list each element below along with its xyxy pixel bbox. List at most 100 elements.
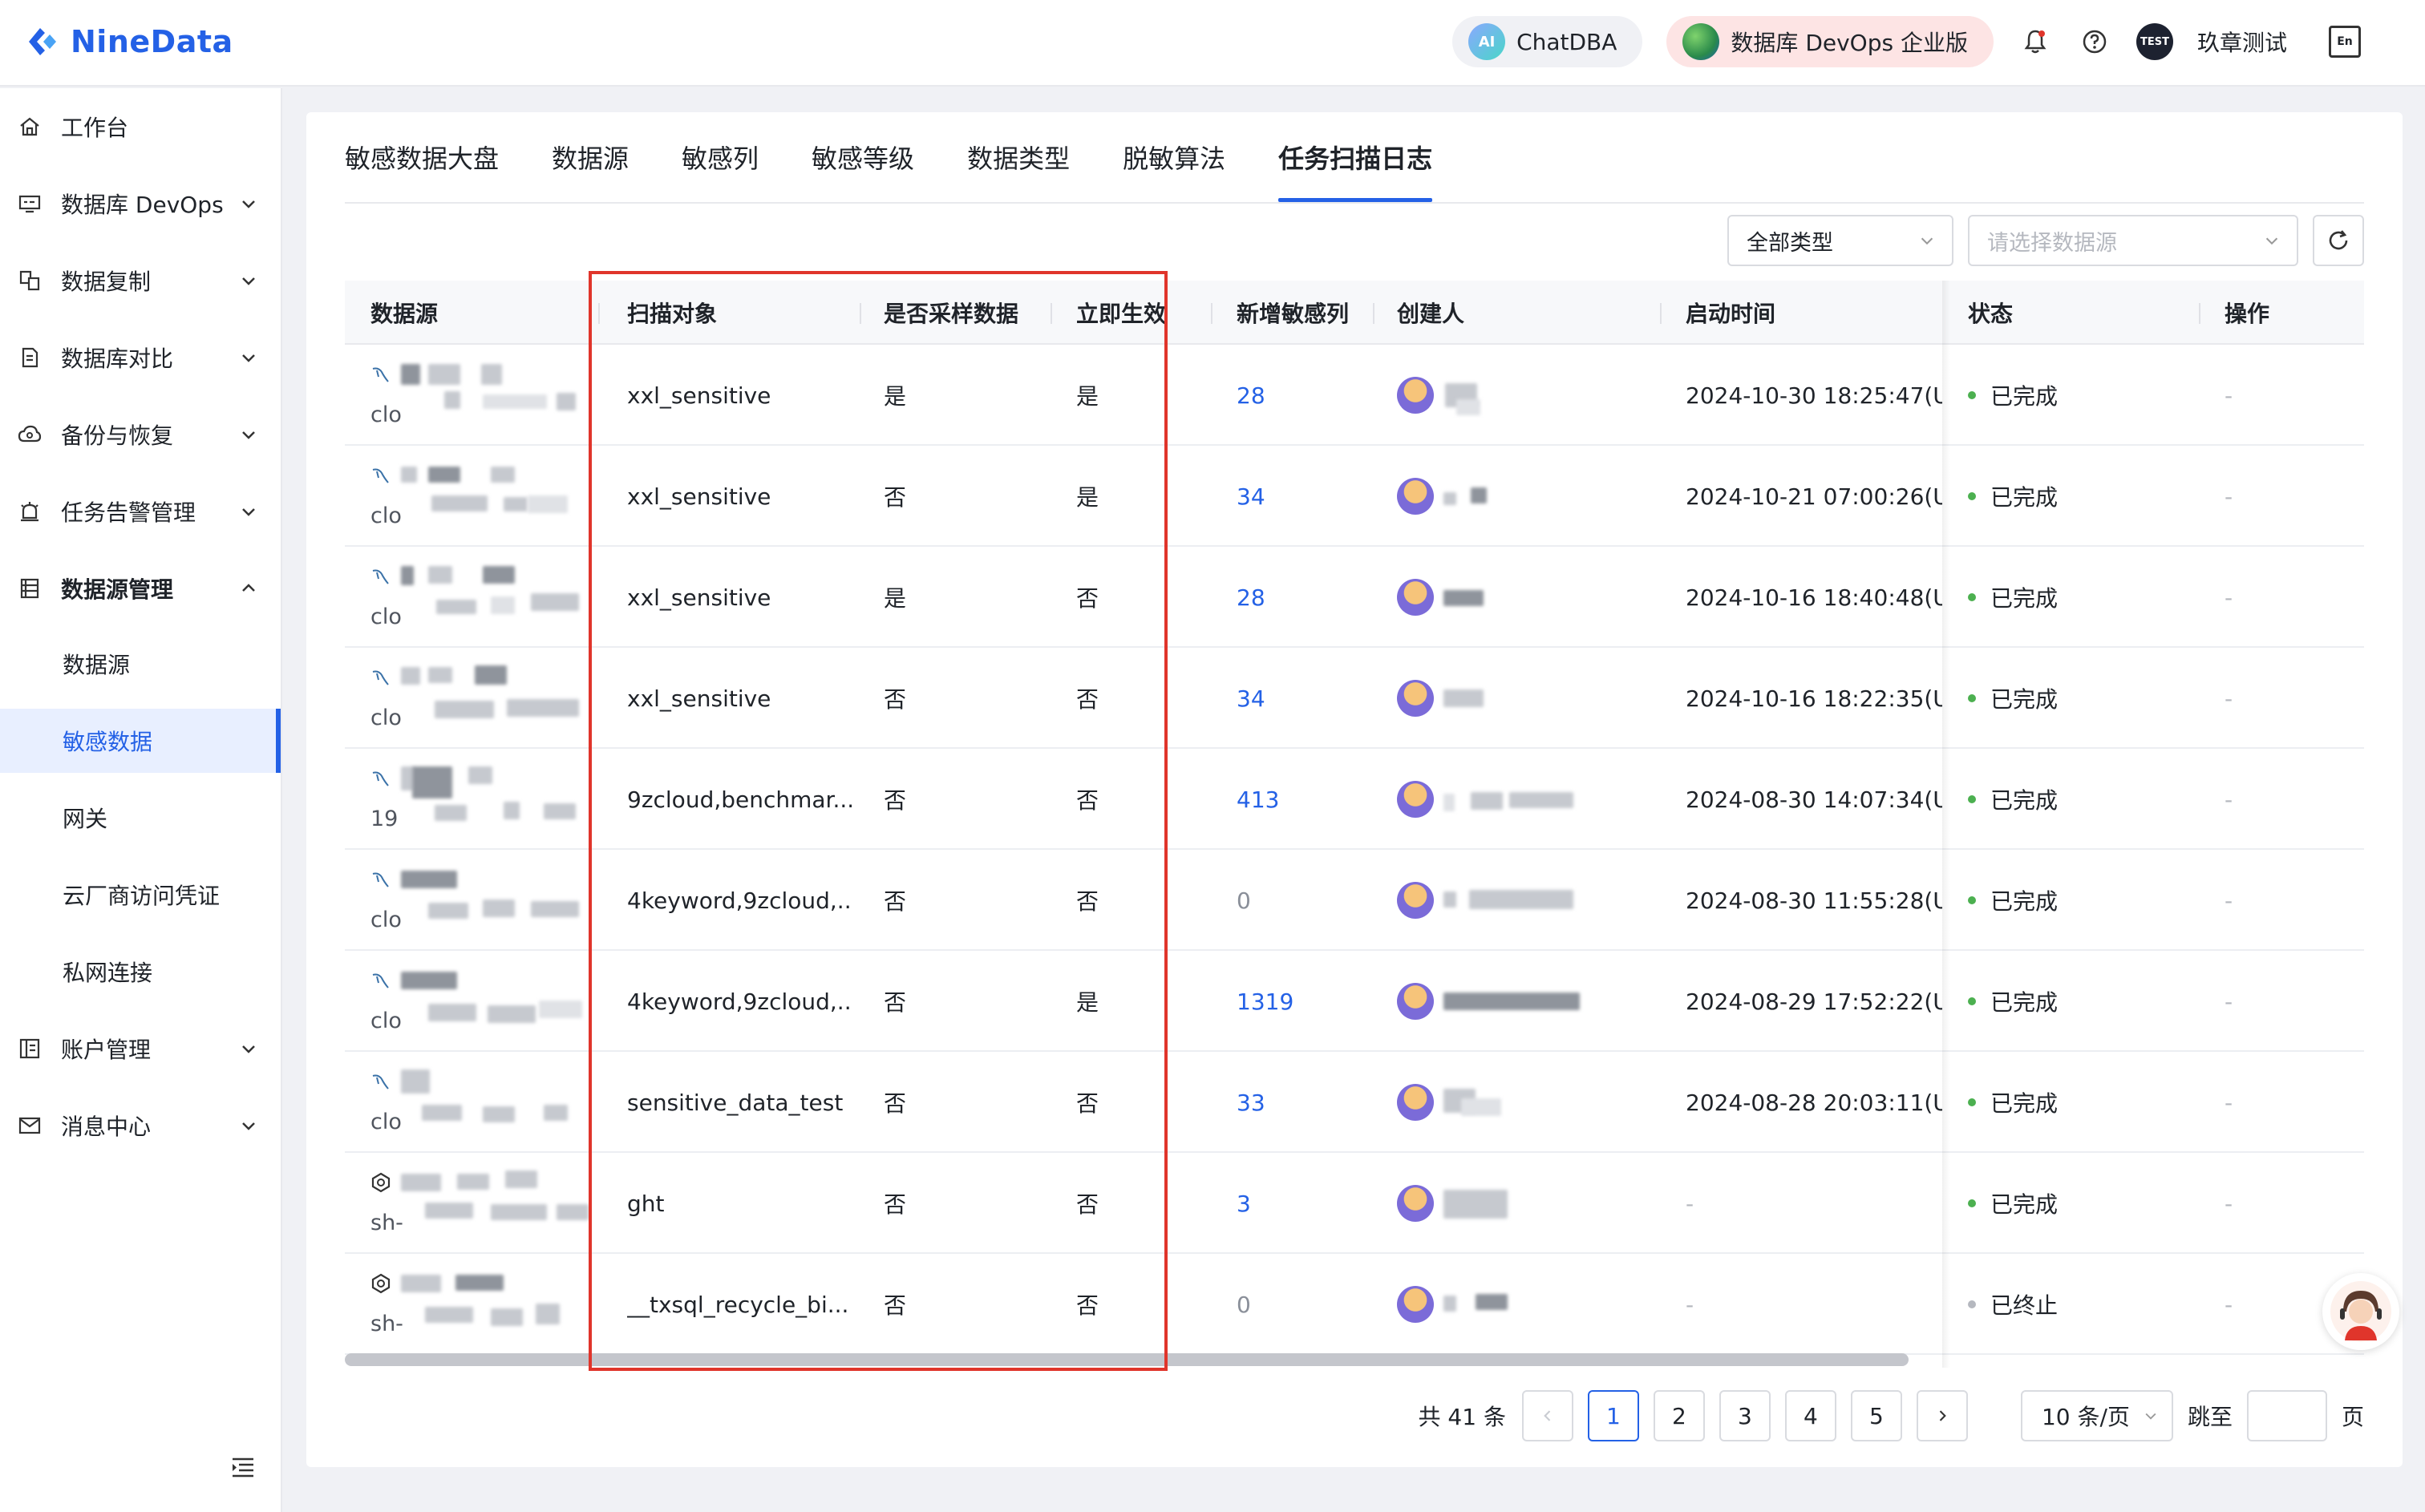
redacted-text: [436, 600, 476, 614]
page-button-4[interactable]: 4: [1784, 1390, 1836, 1441]
sidebar-item-backup[interactable]: 备份与恢复: [0, 396, 281, 473]
datasource-cell[interactable]: clo: [370, 965, 587, 1042]
sidebar-item-datasource-management[interactable]: 数据源管理: [0, 550, 281, 627]
sidebar-subitem-private-link[interactable]: 私网连接: [0, 940, 281, 1004]
tab-dashboard[interactable]: 敏感数据大盘: [345, 112, 499, 202]
redacted-text: [401, 972, 457, 989]
sidebar-item-workbench[interactable]: 工作台: [0, 88, 281, 165]
page-size-select[interactable]: 10 条/页: [2020, 1390, 2173, 1441]
user-name[interactable]: 玖章测试: [2197, 26, 2287, 58]
new-columns-cell: 0: [1237, 887, 1251, 914]
redacted-text: [544, 1105, 568, 1121]
datasource-select[interactable]: 请选择数据源: [1968, 215, 2298, 266]
sample-cell: 否: [884, 1292, 907, 1319]
sidebar-item-alarm[interactable]: 任务告警管理: [0, 473, 281, 550]
tab-scan-logs[interactable]: 任务扫描日志: [1278, 112, 1433, 202]
bell-icon[interactable]: [2018, 24, 2053, 59]
chatdba-button[interactable]: AI ChatDBA: [1452, 16, 1643, 67]
page-button-3[interactable]: 3: [1719, 1390, 1771, 1441]
user-avatar[interactable]: TEST: [2136, 23, 2173, 60]
tab-sensitive-columns[interactable]: 敏感列: [682, 112, 759, 202]
jump-page-input[interactable]: [2246, 1390, 2327, 1441]
datasource-cell[interactable]: clo: [370, 1066, 587, 1143]
datasource-cell[interactable]: clo: [370, 460, 587, 537]
creator-cell: [1397, 749, 1638, 850]
sidebar-subitem-datasource[interactable]: 数据源: [0, 632, 281, 696]
redacted-text: [428, 903, 468, 919]
home-icon: [18, 115, 42, 139]
status-dot-icon: [1968, 1199, 1976, 1207]
help-icon[interactable]: [2077, 24, 2112, 59]
new-columns-cell[interactable]: 33: [1237, 1052, 1265, 1153]
tab-data-types[interactable]: 数据类型: [967, 112, 1070, 202]
redacted-text: [468, 766, 492, 784]
chevron-left-icon: [1544, 1410, 1551, 1421]
mysql-icon: [372, 670, 389, 685]
sidebar-subitem-cloud-credentials[interactable]: 云厂商访问凭证: [0, 863, 281, 927]
creator-cell: [1397, 1052, 1638, 1153]
creator-avatar: [1397, 882, 1434, 919]
table-body: clo xxl_sensitive 是是 28 2024-10-30 18:25:47(…: [345, 345, 2364, 1355]
datasource-cell[interactable]: clo: [370, 359, 587, 436]
next-page-button[interactable]: [1916, 1390, 1968, 1441]
chevron-down-icon: [2145, 1413, 2156, 1420]
creator-cell: [1397, 345, 1638, 446]
tab-datasource[interactable]: 数据源: [552, 112, 629, 202]
actions-cell: -: [2225, 887, 2233, 914]
status-cell: 已完成: [1968, 1052, 2058, 1153]
prev-page-button[interactable]: [1521, 1390, 1573, 1441]
status-dot-icon: [1968, 795, 1976, 803]
datasource-cell[interactable]: clo: [370, 662, 587, 739]
new-columns-cell[interactable]: 34: [1237, 648, 1265, 749]
immediate-cell: 是: [1076, 989, 1099, 1016]
creator-avatar: [1397, 377, 1434, 414]
redacted-text: [1443, 590, 1484, 606]
redacted-text: [505, 1170, 537, 1188]
devops-edition-button[interactable]: 数据库 DevOps 企业版: [1666, 16, 1994, 67]
chevron-right-icon: [1939, 1410, 1946, 1421]
tab-masking-algorithms[interactable]: 脱敏算法: [1123, 112, 1225, 202]
language-switch-icon[interactable]: En: [2329, 26, 2361, 58]
new-columns-cell[interactable]: 1319: [1237, 951, 1293, 1052]
immediate-cell: 否: [1076, 787, 1099, 814]
sidebar-item-replication[interactable]: 数据复制: [0, 242, 281, 319]
page-button-2[interactable]: 2: [1653, 1390, 1705, 1441]
redacted-text: [491, 1204, 547, 1220]
new-columns-cell[interactable]: 413: [1237, 749, 1279, 850]
sidebar-item-label: 备份与恢复: [61, 422, 174, 449]
logo[interactable]: NineData: [22, 18, 233, 66]
sidebar-item-compare[interactable]: 数据库对比: [0, 319, 281, 396]
tab-sensitive-levels[interactable]: 敏感等级: [812, 112, 914, 202]
sidebar-item-account[interactable]: 账户管理: [0, 1010, 281, 1087]
datasource-cell[interactable]: clo: [370, 864, 587, 941]
sidebar-subitem-sensitive-data[interactable]: 敏感数据: [0, 709, 281, 773]
refresh-button[interactable]: [2313, 215, 2364, 266]
type-select[interactable]: 全部类型: [1727, 215, 1953, 266]
datasource-cell[interactable]: sh-: [370, 1167, 589, 1244]
support-assistant-button[interactable]: [2322, 1273, 2399, 1350]
chevron-down-icon: [242, 1122, 255, 1130]
page-button-5[interactable]: 5: [1850, 1390, 1902, 1441]
creator-avatar: [1397, 579, 1434, 616]
horizontal-scrollbar[interactable]: [345, 1353, 1909, 1366]
col-actions: 操作: [2225, 301, 2270, 327]
sidebar-subitem-gateway[interactable]: 网关: [0, 786, 281, 850]
sidebar-item-devops[interactable]: 数据库 DevOps: [0, 165, 281, 242]
new-columns-cell[interactable]: 3: [1237, 1153, 1251, 1254]
datasource-cell[interactable]: clo: [370, 561, 587, 638]
datasource-cell[interactable]: sh-: [370, 1268, 587, 1345]
status-dot-icon: [1968, 593, 1976, 601]
start-time-cell: 2024-08-30 11:55:28(U: [1686, 887, 1942, 914]
sidebar-collapse-icon[interactable]: [229, 1456, 257, 1480]
redacted-text: [483, 900, 515, 917]
actions-cell: -: [2225, 1190, 2233, 1217]
page-unit-label: 页: [2341, 1404, 2364, 1430]
creator-avatar: [1397, 1185, 1434, 1222]
sidebar-item-messages[interactable]: 消息中心: [0, 1087, 281, 1164]
account-icon: [18, 1037, 42, 1061]
page-button-1[interactable]: 1: [1587, 1390, 1639, 1441]
new-columns-cell[interactable]: 28: [1237, 345, 1265, 446]
new-columns-cell[interactable]: 28: [1237, 547, 1265, 648]
datasource-cell[interactable]: 19: [370, 763, 587, 840]
new-columns-cell[interactable]: 34: [1237, 446, 1265, 547]
